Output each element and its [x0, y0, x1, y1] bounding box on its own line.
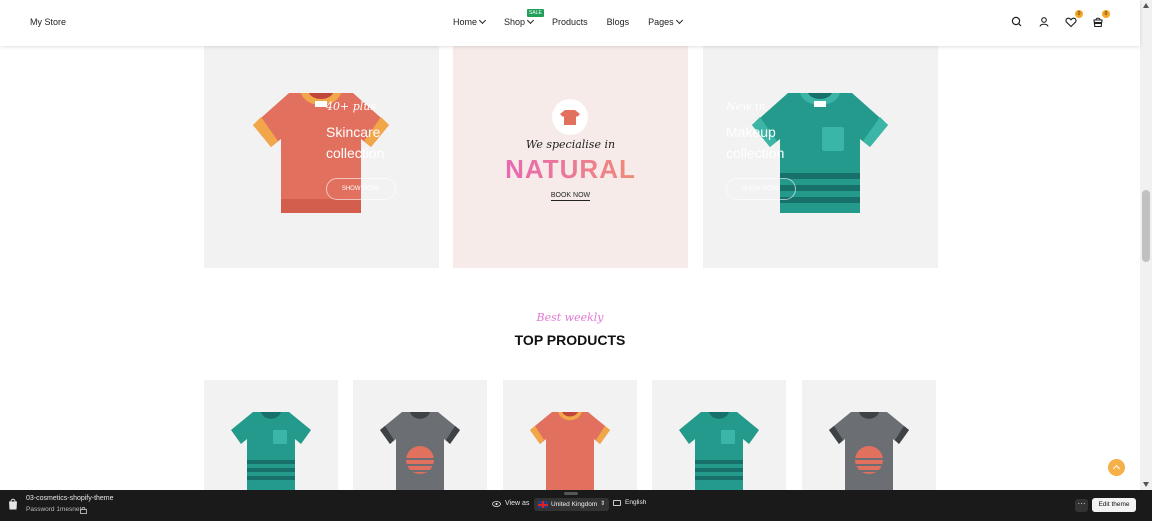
product-card[interactable]	[204, 380, 338, 490]
section-subtitle: Best weekly	[536, 311, 604, 324]
banner-makeup[interactable]: New in Makeup collection SHOW MORE	[703, 40, 938, 268]
scroll-up-arrow-icon[interactable]	[1143, 3, 1149, 8]
nav-home-label: Home	[453, 17, 478, 27]
book-now-link[interactable]: BOOK NOW	[453, 192, 688, 201]
nav-blogs[interactable]: Blogs	[607, 17, 630, 27]
language-icon	[613, 499, 621, 506]
store-logo[interactable]: My Store	[30, 17, 66, 27]
nav-blogs-label: Blogs	[606, 17, 630, 27]
uk-flag-icon	[538, 501, 548, 508]
main-nav: Home Shop SALE Products Blogs Pages	[453, 9, 701, 27]
tshirt-image	[380, 412, 460, 490]
banner-title: NATURAL	[453, 154, 688, 185]
site-header: My Store Home Shop SALE Products Blogs P…	[0, 0, 1140, 46]
banner-skincare[interactable]: 40+ plus Skincare collection SHOW MORE	[204, 40, 439, 268]
theme-name: 03-cosmetics-shopify-theme	[26, 495, 114, 502]
more-options-button[interactable]: ···	[1075, 499, 1088, 512]
nav-shop-label: Shop	[504, 17, 526, 27]
banner-title: Skincare collection	[326, 124, 385, 161]
view-as-label: View as	[505, 500, 530, 507]
product-card[interactable]	[353, 380, 487, 490]
search-icon[interactable]	[1010, 15, 1024, 29]
lock-icon	[80, 507, 87, 514]
country-selector[interactable]: United Kingdom ⇕	[534, 498, 610, 511]
banner-subtitle: 40+ plus	[326, 100, 376, 113]
nav-pages[interactable]: Pages	[648, 16, 683, 27]
password-text: Password 1mesnet	[26, 506, 82, 513]
nav-products-label: Products	[552, 17, 588, 27]
product-card[interactable]	[652, 380, 786, 490]
chevron-down-icon	[527, 16, 535, 25]
banner-title: Makeup collection	[726, 124, 785, 161]
sale-badge: SALE	[527, 9, 544, 17]
banner-natural[interactable]: We specialise in NATURAL BOOK NOW	[453, 40, 688, 268]
cart-icon[interactable]: 0	[1091, 10, 1110, 29]
nav-shop[interactable]: Shop SALE	[504, 9, 544, 27]
account-icon[interactable]	[1037, 15, 1051, 29]
header-icons: 0 0	[1010, 10, 1110, 29]
eye-icon	[492, 500, 501, 507]
banner-subtitle: New in	[726, 100, 766, 113]
drag-handle[interactable]	[564, 492, 578, 495]
nav-home[interactable]: Home	[453, 16, 487, 27]
scrollbar-thumb[interactable]	[1142, 190, 1150, 262]
banner-subtitle: We specialise in	[525, 138, 616, 151]
wishlist-count: 0	[1075, 10, 1083, 18]
nav-pages-label: Pages	[648, 17, 674, 27]
product-card[interactable]	[802, 380, 936, 490]
store-page: My Store Home Shop SALE Products Blogs P…	[0, 0, 1152, 521]
tshirt-image	[530, 412, 610, 490]
book-now-label: BOOK NOW	[550, 192, 591, 201]
select-arrows-icon: ⇕	[600, 501, 606, 507]
scroll-down-arrow-icon[interactable]	[1143, 482, 1149, 487]
cart-count: 0	[1102, 10, 1110, 18]
tshirt-image	[829, 412, 909, 490]
product-card[interactable]	[503, 380, 637, 490]
back-to-top-button[interactable]	[1108, 459, 1125, 476]
page-scrollbar[interactable]	[1140, 0, 1152, 490]
shopify-bag-icon	[9, 498, 17, 510]
tshirt-image	[231, 412, 311, 490]
preview-admin-bar: 03-cosmetics-shopify-theme Password 1mes…	[0, 490, 1152, 521]
edit-theme-button[interactable]: Edit theme	[1092, 498, 1136, 512]
nav-products[interactable]: Products	[552, 17, 588, 27]
section-title: TOP PRODUCTS	[514, 332, 626, 348]
language-label: English	[625, 499, 647, 506]
chevron-down-icon	[478, 16, 487, 25]
view-as: View as	[492, 500, 529, 507]
show-more-button[interactable]: SHOW MORE	[326, 178, 396, 200]
show-more-button[interactable]: SHOW MORE	[726, 178, 796, 200]
language-selector[interactable]: English	[613, 499, 646, 506]
tshirt-icon	[552, 99, 588, 135]
wishlist-icon[interactable]: 0	[1064, 10, 1083, 29]
tshirt-image	[679, 412, 759, 490]
chevron-down-icon	[675, 16, 683, 25]
country-label: United Kingdom	[551, 501, 598, 508]
